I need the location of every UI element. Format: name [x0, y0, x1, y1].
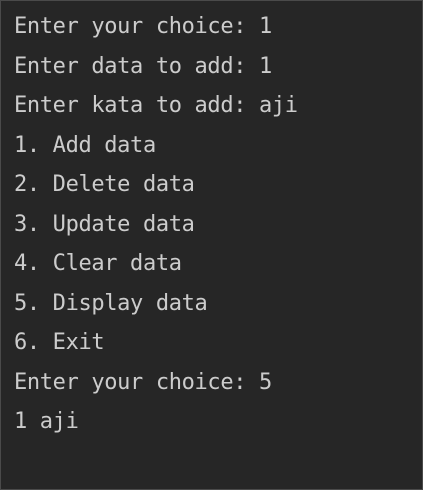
prompt-choice-line: Enter your choice: 1 [14, 14, 272, 39]
menu-item-delete-data: 2. Delete data [14, 172, 195, 197]
menu-item-clear-data: 4. Clear data [14, 251, 182, 276]
prompt-choice-line: Enter your choice: 5 [14, 369, 272, 395]
display-output-line: 1 aji [14, 409, 79, 434]
prompt-data-line: Enter data to add: 1 [14, 53, 272, 79]
menu-item-update-data: 3. Update data [14, 211, 195, 237]
menu-item-exit: 6. Exit [14, 330, 105, 355]
prompt-kata-line: Enter kata to add: aji [14, 93, 298, 118]
menu-item-add-data: 1. Add data [14, 132, 156, 158]
terminal-output[interactable]: Enter your choice: 1 Enter data to add: … [0, 0, 423, 490]
menu-item-display-data: 5. Display data [14, 290, 208, 316]
